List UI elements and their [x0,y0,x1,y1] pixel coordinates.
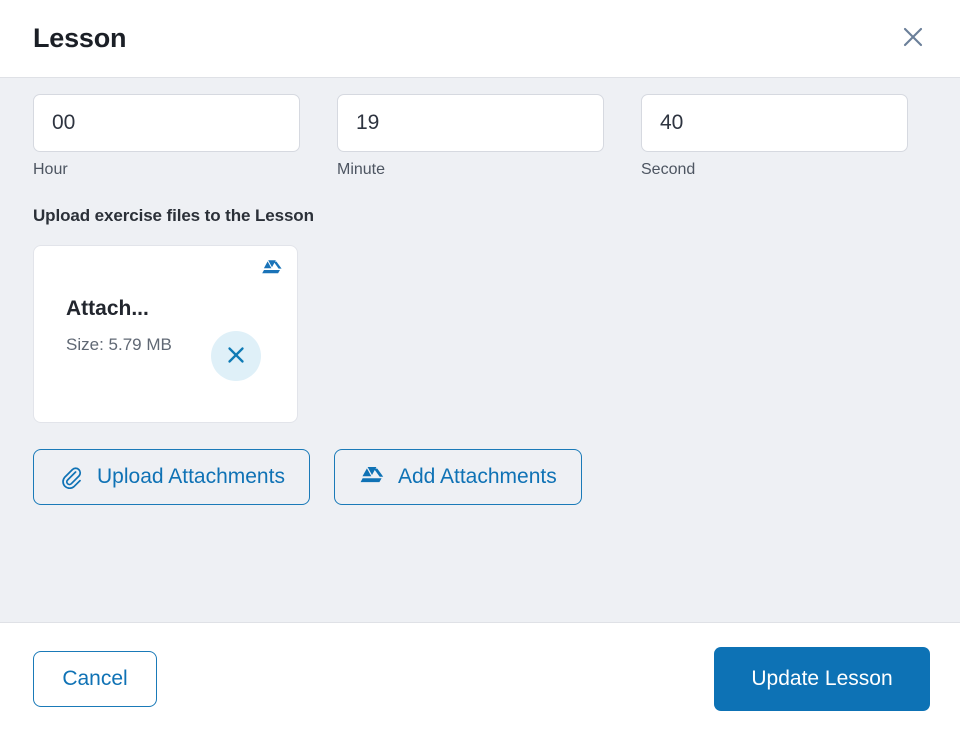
close-icon [900,24,926,53]
close-icon [224,343,248,370]
google-drive-icon [261,259,283,279]
attachment-actions: Upload Attachments Add Attachments [33,449,927,506]
second-label: Second [641,161,696,178]
duration-row: Hour Minute Second [33,94,927,179]
modal-header: Lesson [0,0,960,78]
modal-footer: Cancel Update Lesson [0,623,960,735]
attachment-size: Size: 5.79 MB [66,335,172,355]
hour-label: Hour [33,161,68,178]
upload-attachments-label: Upload Attachments [97,465,285,489]
add-attachments-label: Add Attachments [397,465,557,489]
remove-attachment-button[interactable] [211,331,261,381]
add-attachments-button[interactable]: Add Attachments [333,449,582,506]
duration-field-second: Second [641,94,908,179]
hour-input[interactable] [33,94,300,152]
duration-field-minute: Minute [337,94,604,179]
upload-section-title: Upload exercise files to the Lesson [33,206,314,226]
lesson-modal: Lesson Hour Minute Second [0,0,960,735]
second-input[interactable] [641,94,908,152]
update-lesson-button[interactable]: Update Lesson [714,647,930,711]
close-button[interactable] [896,22,930,56]
upload-attachments-button[interactable]: Upload Attachments [33,449,310,506]
minute-input[interactable] [337,94,604,152]
minute-label: Minute [337,161,386,178]
cancel-button[interactable]: Cancel [33,651,157,707]
attachment-name: Attach... [66,297,149,321]
google-drive-icon [359,464,385,490]
paperclip-icon [58,464,84,490]
page-title: Lesson [33,23,127,53]
attachment-list: Attach... Size: 5.79 MB [33,245,927,424]
duration-field-hour: Hour [33,94,300,179]
attachment-card[interactable]: Attach... Size: 5.79 MB [33,245,298,424]
modal-body: Hour Minute Second Upload exercise files… [0,78,960,623]
